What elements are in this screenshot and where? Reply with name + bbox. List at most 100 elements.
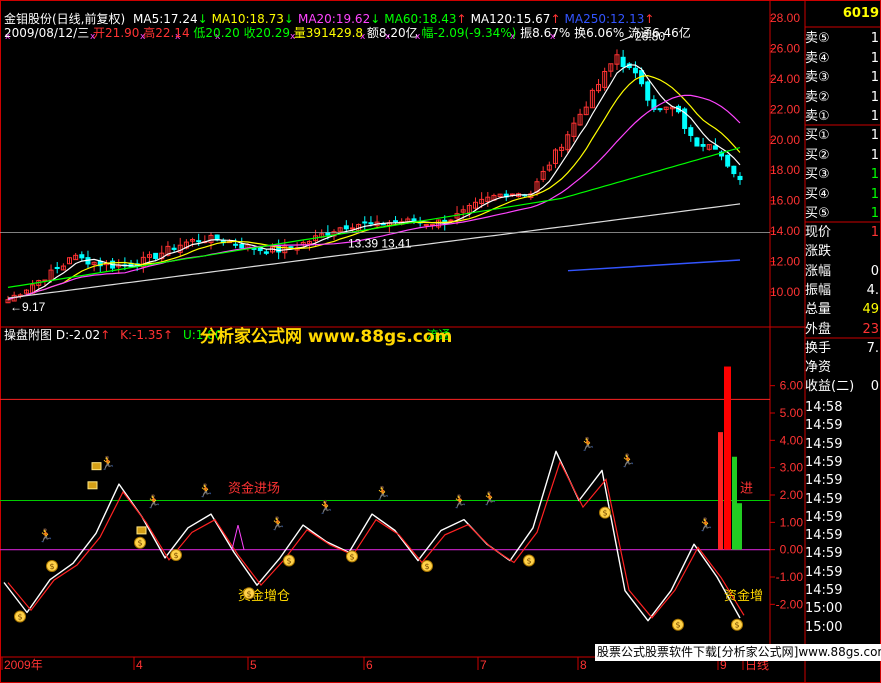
quote-value: 1 (870, 89, 879, 105)
quote-label: 卖② (805, 89, 830, 105)
candle-body (233, 243, 239, 246)
quote-label: 买① (805, 128, 830, 143)
quote-label: 涨幅 (805, 263, 832, 279)
quote-value: 1 (870, 50, 879, 66)
tick-time: 14:59 (805, 528, 843, 544)
indicator-d: D:-2.02 (55, 328, 101, 342)
runner-icon: 🏃 (198, 483, 214, 499)
money-bag-symbol: $ (137, 539, 142, 548)
close: 收20.29 (243, 26, 290, 40)
candle-body (343, 225, 349, 230)
price-tick-label: 18.00 (770, 163, 800, 177)
tick-time: 14:59 (805, 454, 843, 470)
ind-tick-label: -2.00 (776, 597, 804, 611)
price-tick-label: 24.00 (770, 72, 800, 86)
candle-body (362, 221, 368, 224)
tick-time: 14:59 (805, 546, 843, 562)
tick-time: 14:59 (805, 583, 843, 598)
runner-icon: 🏃 (38, 528, 54, 544)
money-bag-symbol: $ (286, 557, 291, 566)
candle-body (688, 127, 694, 136)
runner-icon: 🏃 (482, 491, 498, 507)
money-bag-symbol: $ (675, 621, 680, 630)
ind-tick-label: 4.00 (780, 433, 804, 447)
ma-item: MA20:19.62 (297, 12, 371, 26)
fund-add-right-label: 资金增 (724, 588, 763, 604)
quote-value: 7. (866, 340, 879, 356)
money-bag-symbol: $ (17, 613, 22, 622)
low-label: ←9.17 (10, 300, 46, 314)
ma-arrow: ↑ (644, 12, 655, 26)
quote-label: 振幅 (805, 282, 832, 298)
quote-label: 收益(二) (805, 379, 855, 395)
ind-tick-label: -1.00 (776, 570, 804, 584)
candle-body (694, 137, 700, 147)
quote-label: 买⑤ (805, 206, 830, 221)
runner-icon: 🏃 (698, 517, 714, 533)
runner-icon: 🏃 (620, 453, 636, 469)
low: 低20.20 (193, 26, 240, 40)
runner-icon: 🏃 (580, 437, 596, 453)
runner-icon: 🏃 (100, 456, 116, 472)
candle-body (712, 145, 718, 150)
candle-body (620, 56, 626, 68)
float-shares: 流通6.46亿 (628, 26, 691, 40)
tick-time: 15:00 (805, 619, 843, 635)
candle-body (368, 222, 374, 225)
green-bar (737, 503, 742, 550)
quote-label: 买④ (805, 186, 830, 202)
indicator-name: 操盘附图 (4, 328, 53, 342)
ind-tick-label: 1.00 (780, 515, 804, 529)
quote-label: 换手 (805, 340, 832, 356)
tick-time: 14:59 (805, 436, 843, 452)
quote-label: 买③ (805, 167, 830, 182)
open: 开21.90 (93, 26, 140, 40)
candle-body (79, 254, 85, 259)
tick-time: 14:59 (805, 491, 843, 507)
quote-label: 现价 (805, 225, 832, 240)
money-bag-symbol: $ (602, 509, 607, 518)
ind-tick-label: 0.00 (780, 543, 804, 557)
money-bag-symbol: $ (424, 562, 429, 571)
candle-body (737, 175, 743, 181)
flag-icon (87, 481, 98, 490)
ma-list: MA5:17.24↓ MA10:18.73↓ MA20:19.62↓ MA60:18.… (129, 12, 654, 26)
quote-label: 总量 (805, 302, 832, 318)
ind-tick-label: 5.00 (780, 406, 804, 420)
money-bag-symbol: $ (526, 557, 531, 566)
date-label: 7 (480, 658, 487, 672)
runner-icon: 🏃 (146, 494, 162, 510)
quote-value: 1 (870, 206, 879, 221)
change: 幅-2.09(-9.34%) (421, 26, 517, 40)
fund-in-label: 资金进场 (228, 480, 280, 496)
money-bag-symbol: $ (173, 551, 178, 560)
red-bar (718, 432, 723, 550)
quote-label: 卖③ (805, 70, 830, 85)
flag-icon (136, 526, 147, 535)
spike (231, 524, 245, 550)
quote-value: 1 (870, 167, 879, 182)
tick-time: 14:58 (805, 400, 843, 415)
candle-body (54, 266, 60, 269)
green-bar (732, 456, 737, 550)
volume: 量391429.8 (293, 26, 364, 40)
price-tick-label: 26.00 (770, 41, 800, 55)
download-banner[interactable]: 股票公式股票软件下载[分析家公式网]www.88gs.com (595, 644, 881, 661)
quote-value: 1 (870, 128, 879, 143)
quote-value: 1 (870, 70, 879, 85)
date-label: 8 (580, 658, 587, 672)
ma-arrow: ↓ (197, 12, 208, 26)
money-bag-symbol: $ (49, 562, 54, 571)
quote-label: 买② (805, 147, 830, 163)
candle-body (423, 224, 429, 227)
ma120-line (7, 203, 741, 299)
quote-value: 1 (870, 31, 879, 46)
quote-value: 1 (870, 186, 879, 202)
price-tick-label: 10.00 (770, 285, 800, 299)
indicator-d-arrow: ↑ (100, 328, 111, 342)
quote-label: 卖① (805, 109, 830, 124)
runner-icon: 🏃 (318, 499, 334, 515)
candle-body (393, 220, 399, 223)
runner-icon: 🏃 (452, 494, 468, 510)
flag-icon (91, 462, 102, 471)
